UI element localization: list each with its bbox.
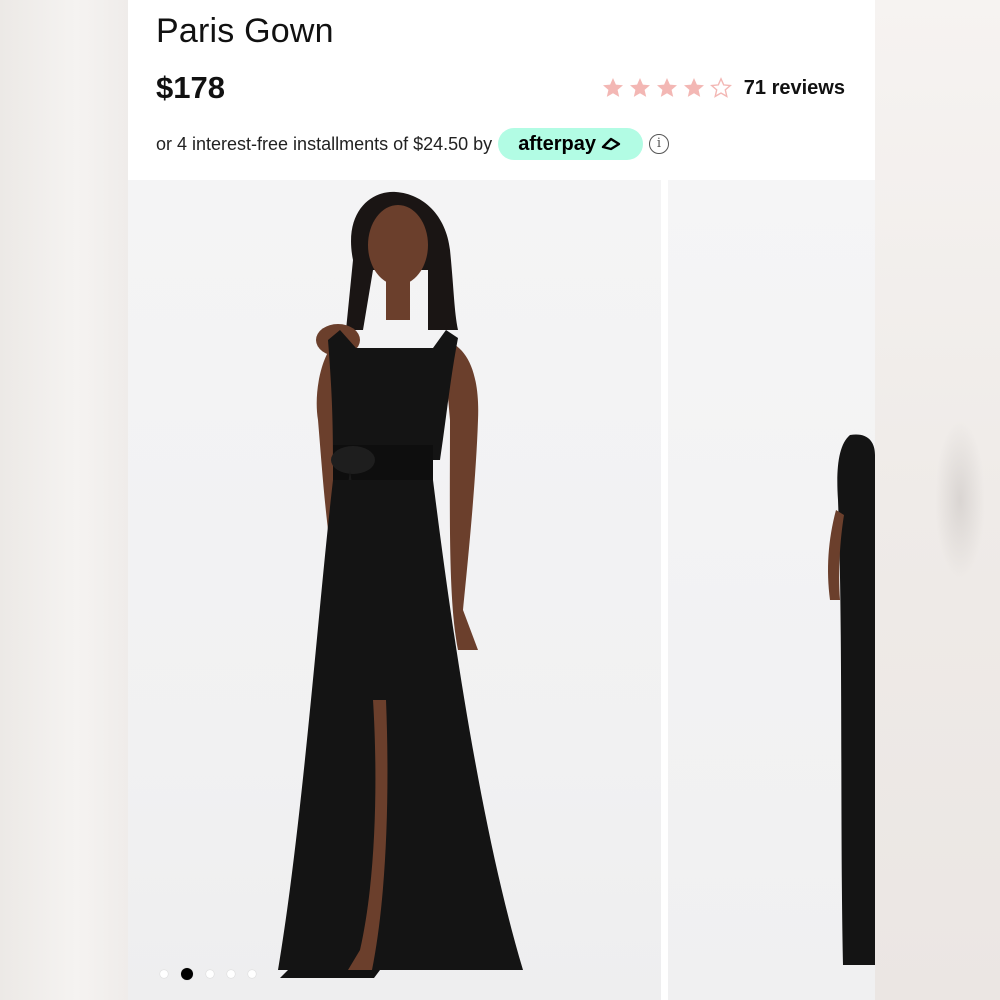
star-filled-icon <box>656 78 677 97</box>
product-title: Paris Gown <box>156 12 334 50</box>
background-blur-left <box>0 0 128 1000</box>
background-blur-right <box>875 0 1000 1000</box>
star-rating <box>601 76 736 100</box>
background-ghost-figure <box>935 420 985 580</box>
rating-summary[interactable]: 71 reviews <box>601 76 845 100</box>
pagination-dot[interactable] <box>160 970 168 978</box>
info-icon[interactable]: i <box>649 134 669 154</box>
gallery-pagination <box>160 968 269 980</box>
pagination-dot[interactable] <box>248 970 256 978</box>
model-in-black-gown-image <box>278 191 523 978</box>
afterpay-installment-row: or 4 interest-free installments of $24.5… <box>156 128 669 160</box>
star-filled-icon <box>602 78 623 97</box>
pagination-dot[interactable] <box>206 970 214 978</box>
reviews-link[interactable]: 71 reviews <box>744 77 845 100</box>
afterpay-badge[interactable]: afterpay <box>498 128 643 160</box>
afterpay-arrows-icon <box>601 137 621 151</box>
star-filled-icon <box>629 78 650 97</box>
product-photo-next[interactable] <box>668 180 875 1000</box>
product-price: $178 <box>156 70 225 105</box>
installment-text: or 4 interest-free installments of $24.5… <box>156 133 493 154</box>
model-partial-image <box>828 434 875 965</box>
afterpay-logo-text: afterpay <box>518 132 596 155</box>
product-panel: Paris Gown $178 71 reviews or 4 interest… <box>128 0 875 1000</box>
pagination-dot[interactable] <box>227 970 235 978</box>
star-filled-icon <box>683 78 704 97</box>
pagination-dot-active[interactable] <box>181 968 193 980</box>
star-empty-icon <box>709 77 732 98</box>
product-photo-main[interactable] <box>128 180 661 1000</box>
